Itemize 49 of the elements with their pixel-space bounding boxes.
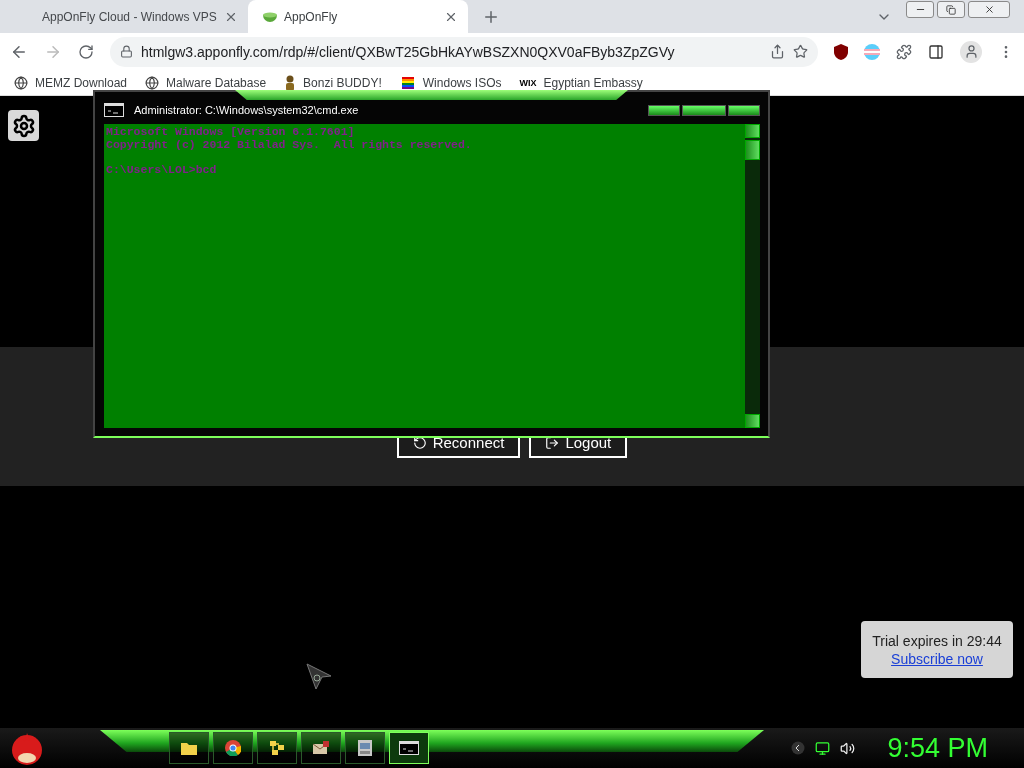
taskbar-button[interactable] bbox=[345, 732, 385, 764]
star-icon[interactable] bbox=[793, 44, 808, 59]
browser-tab[interactable]: AppOnFly Cloud - Windows VPS bbox=[28, 0, 248, 33]
taskbar-button[interactable] bbox=[213, 732, 253, 764]
toast-message: Trial expires in 29:44 bbox=[872, 632, 1002, 649]
address-bar[interactable]: htmlgw3.apponfly.com/rdp/#/client/QXBwT25GbHkAYwBSZXN0QXV0aFByb3ZpZGVy bbox=[110, 36, 818, 67]
settings-button[interactable] bbox=[8, 110, 39, 141]
chevron-icon[interactable] bbox=[791, 741, 806, 755]
bookmark[interactable]: Bonzi BUDDY! bbox=[284, 74, 382, 91]
flag-icon bbox=[399, 76, 416, 89]
puzzle-icon[interactable] bbox=[896, 43, 912, 60]
site-logo: WIX bbox=[519, 77, 537, 88]
bookmark[interactable]: WIX Egyptian Embassy bbox=[519, 75, 643, 90]
browser-tab[interactable]: AppOnFly bbox=[248, 0, 468, 33]
console-icon bbox=[399, 741, 419, 755]
monitor-icon[interactable] bbox=[815, 740, 831, 756]
refresh-icon bbox=[412, 435, 427, 450]
close-icon[interactable] bbox=[728, 104, 760, 116]
logout-icon bbox=[545, 435, 560, 450]
shield-icon[interactable] bbox=[834, 43, 848, 60]
profile-icon[interactable] bbox=[960, 40, 982, 63]
reload-icon[interactable] bbox=[78, 43, 94, 60]
console-output: Microsoft Windows [Version 6.1.7601] Copyright (c) 2012 Bilalad Sys. All rights reserved. C:\Users\LOL>bcd bbox=[106, 126, 472, 176]
volume-icon[interactable] bbox=[840, 740, 856, 756]
clock[interactable]: 9:54 PM bbox=[887, 732, 988, 764]
maximize-icon[interactable] bbox=[682, 104, 726, 116]
window-icon bbox=[358, 740, 372, 756]
scrollbar[interactable] bbox=[745, 124, 760, 428]
window-title: Administrator: C:\Windows\system32\cmd.exe bbox=[134, 104, 360, 116]
taskbar-button[interactable] bbox=[169, 732, 209, 764]
browser-icon bbox=[225, 740, 241, 756]
globe-icon bbox=[14, 75, 28, 90]
sidebar-icon[interactable] bbox=[928, 43, 944, 60]
restore-icon[interactable] bbox=[937, 1, 965, 18]
minimize-icon[interactable] bbox=[648, 104, 680, 116]
bookmark[interactable]: Windows ISOs bbox=[399, 75, 502, 90]
taskbar-button[interactable] bbox=[301, 732, 341, 764]
bookmark[interactable]: MEMZ Download bbox=[14, 75, 128, 90]
cursor-icon bbox=[306, 663, 332, 691]
figure-icon bbox=[284, 74, 297, 91]
console-icon bbox=[104, 103, 124, 117]
share-icon[interactable] bbox=[770, 44, 785, 59]
folder-icon bbox=[181, 741, 197, 755]
lock-icon bbox=[120, 45, 133, 58]
taskbar-button[interactable] bbox=[257, 732, 297, 764]
network-icon bbox=[269, 740, 285, 756]
subscribe-link[interactable]: Subscribe now bbox=[891, 650, 983, 667]
bookmark[interactable]: Malware Database bbox=[145, 75, 267, 90]
envelope-icon bbox=[312, 741, 330, 755]
